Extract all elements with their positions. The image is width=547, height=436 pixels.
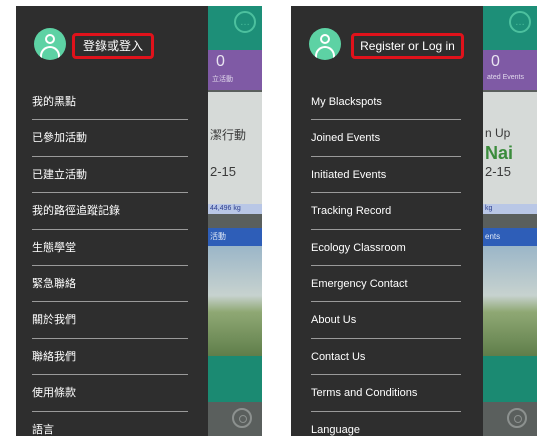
- event-banner: 活動: [208, 228, 262, 246]
- menu-item-contact-us[interactable]: Contact Us: [291, 339, 483, 376]
- background-app: … 0 ated Events n Up Nai 2-15 kg ents: [483, 6, 537, 436]
- avatar-icon[interactable]: [34, 28, 66, 60]
- event-photo: [208, 246, 262, 356]
- events-count: 0: [491, 53, 500, 70]
- background-app: … 0 立活動 潔行動 2-15 44,496 kg 活動: [208, 6, 262, 436]
- login-button[interactable]: 登錄或登入: [72, 33, 154, 59]
- drawer-menu: My Blackspots Joined Events Initiated Ev…: [291, 84, 483, 436]
- events-count: 0: [216, 53, 225, 70]
- drawer-menu: 我的黑點 已參加活動 已建立活動 我的路徑追蹤記錄 生態學堂 緊急聯絡 關於我們…: [16, 84, 208, 436]
- drawer-header: 登錄或登入: [16, 6, 208, 74]
- menu-item-joined-events[interactable]: 已參加活動: [16, 120, 208, 158]
- event-date: 2-15: [210, 164, 237, 179]
- event-title: 潔行動: [210, 128, 247, 142]
- menu-item-emergency-contact[interactable]: 緊急聯絡: [16, 266, 208, 303]
- chat-icon[interactable]: …: [234, 11, 256, 33]
- menu-item-tracking-record[interactable]: Tracking Record: [291, 193, 483, 230]
- login-button[interactable]: Register or Log in: [351, 33, 464, 59]
- menu-item-initiated-events[interactable]: Initiated Events: [291, 157, 483, 194]
- menu-item-my-blackspots[interactable]: My Blackspots: [291, 84, 483, 121]
- chat-icon[interactable]: …: [509, 11, 531, 33]
- event-title: n Up: [485, 126, 511, 140]
- navigation-drawer: Register or Log in My Blackspots Joined …: [291, 6, 483, 436]
- locate-icon[interactable]: [507, 408, 527, 428]
- event-stat: kg: [483, 204, 537, 214]
- menu-item-joined-events[interactable]: Joined Events: [291, 120, 483, 158]
- event-banner: ents: [483, 228, 537, 246]
- event-photo: [483, 246, 537, 356]
- event-date: 2-15: [485, 164, 512, 179]
- menu-item-emergency-contact[interactable]: Emergency Contact: [291, 266, 483, 303]
- drawer-header: Register or Log in: [291, 6, 483, 74]
- events-count-label: ated Events: [487, 74, 524, 81]
- menu-item-contact-us[interactable]: 聯絡我們: [16, 339, 208, 376]
- event-subtitle: Nai: [485, 143, 514, 163]
- phone-screen-chinese: … 0 立活動 潔行動 2-15 44,496 kg 活動 登錄或登入 我的黑點…: [16, 6, 262, 436]
- menu-item-initiated-events[interactable]: 已建立活動: [16, 157, 208, 194]
- menu-item-language[interactable]: 語言: [16, 412, 208, 436]
- menu-item-ecology-classroom[interactable]: Ecology Classroom: [291, 230, 483, 267]
- menu-item-my-blackspots[interactable]: 我的黑點: [16, 84, 208, 121]
- menu-item-terms[interactable]: Terms and Conditions: [291, 375, 483, 412]
- menu-item-tracking-record[interactable]: 我的路徑追蹤記錄: [16, 193, 208, 230]
- menu-item-about-us[interactable]: About Us: [291, 302, 483, 340]
- navigation-drawer: 登錄或登入 我的黑點 已參加活動 已建立活動 我的路徑追蹤記錄 生態學堂 緊急聯…: [16, 6, 208, 436]
- event-stat: 44,496 kg: [208, 204, 262, 214]
- menu-item-ecology-classroom[interactable]: 生態學堂: [16, 230, 208, 267]
- events-count-label: 立活動: [212, 76, 233, 83]
- avatar-icon[interactable]: [309, 28, 341, 60]
- menu-item-about-us[interactable]: 關於我們: [16, 302, 208, 340]
- locate-icon[interactable]: [232, 408, 252, 428]
- menu-item-language[interactable]: Language: [291, 412, 483, 436]
- menu-item-terms[interactable]: 使用條款: [16, 375, 208, 412]
- phone-screen-english: … 0 ated Events n Up Nai 2-15 kg ents Re…: [291, 6, 537, 436]
